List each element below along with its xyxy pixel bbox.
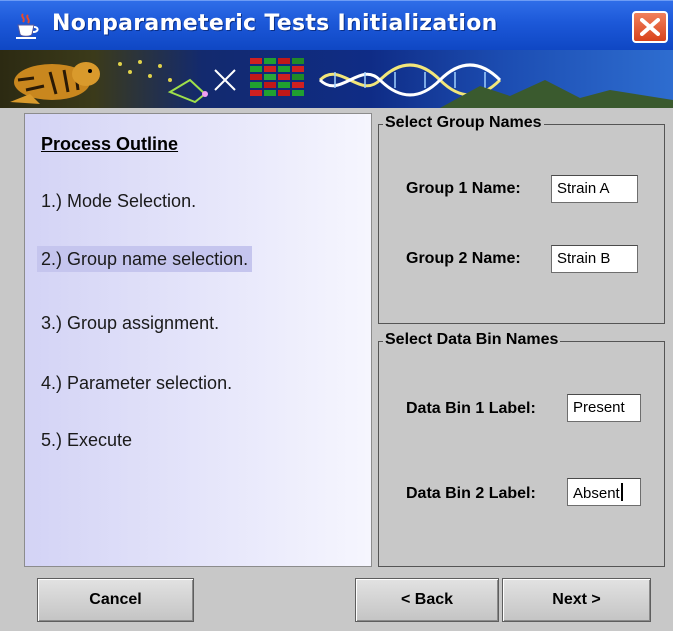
next-button[interactable]: Next > [502,578,651,622]
java-cup-icon [16,13,39,39]
outline-step-4: 4.) Parameter selection. [41,373,233,393]
group-names-box: Select Group Names Group 1 Name: Strain … [378,114,665,324]
bin2-label-input[interactable]: Absent [567,478,641,506]
group1-name-input[interactable]: Strain A [551,175,638,203]
group1-label: Group 1 Name: [406,180,521,197]
close-icon [640,18,660,36]
back-button[interactable]: < Back [355,578,499,622]
close-button[interactable] [632,11,668,43]
outline-step-5: 5.) Execute [41,430,133,450]
title-bar[interactable]: Nonparameteric Tests Initialization [0,0,673,50]
bin1-label: Data Bin 1 Label: [406,400,536,417]
data-bin-names-box: Select Data Bin Names Data Bin 1 Label: … [378,331,665,567]
data-bin-legend: Select Data Bin Names [383,331,561,349]
window-title: Nonparameteric Tests Initialization [52,11,498,36]
dialog-window: Nonparameteric Tests Initialization Proc… [0,0,673,631]
cancel-button[interactable]: Cancel [37,578,194,622]
bin2-label: Data Bin 2 Label: [406,485,536,502]
outline-step-1: 1.) Mode Selection. [41,191,197,211]
text-caret [620,483,623,501]
bin2-label-value: Absent [573,485,620,502]
group2-label: Group 2 Name: [406,250,521,267]
outline-step-3: 3.) Group assignment. [41,313,220,333]
process-outline-panel: Process Outline 1.) Mode Selection. 2.) … [24,113,372,567]
header-banner [0,50,673,108]
group2-name-input[interactable]: Strain B [551,245,638,273]
group-names-legend: Select Group Names [383,114,544,132]
banner-graphic [10,58,673,108]
bin1-label-input[interactable]: Present [567,394,641,422]
outline-step-2-active: 2.) Group name selection. [37,246,253,272]
outline-title: Process Outline [41,134,179,154]
